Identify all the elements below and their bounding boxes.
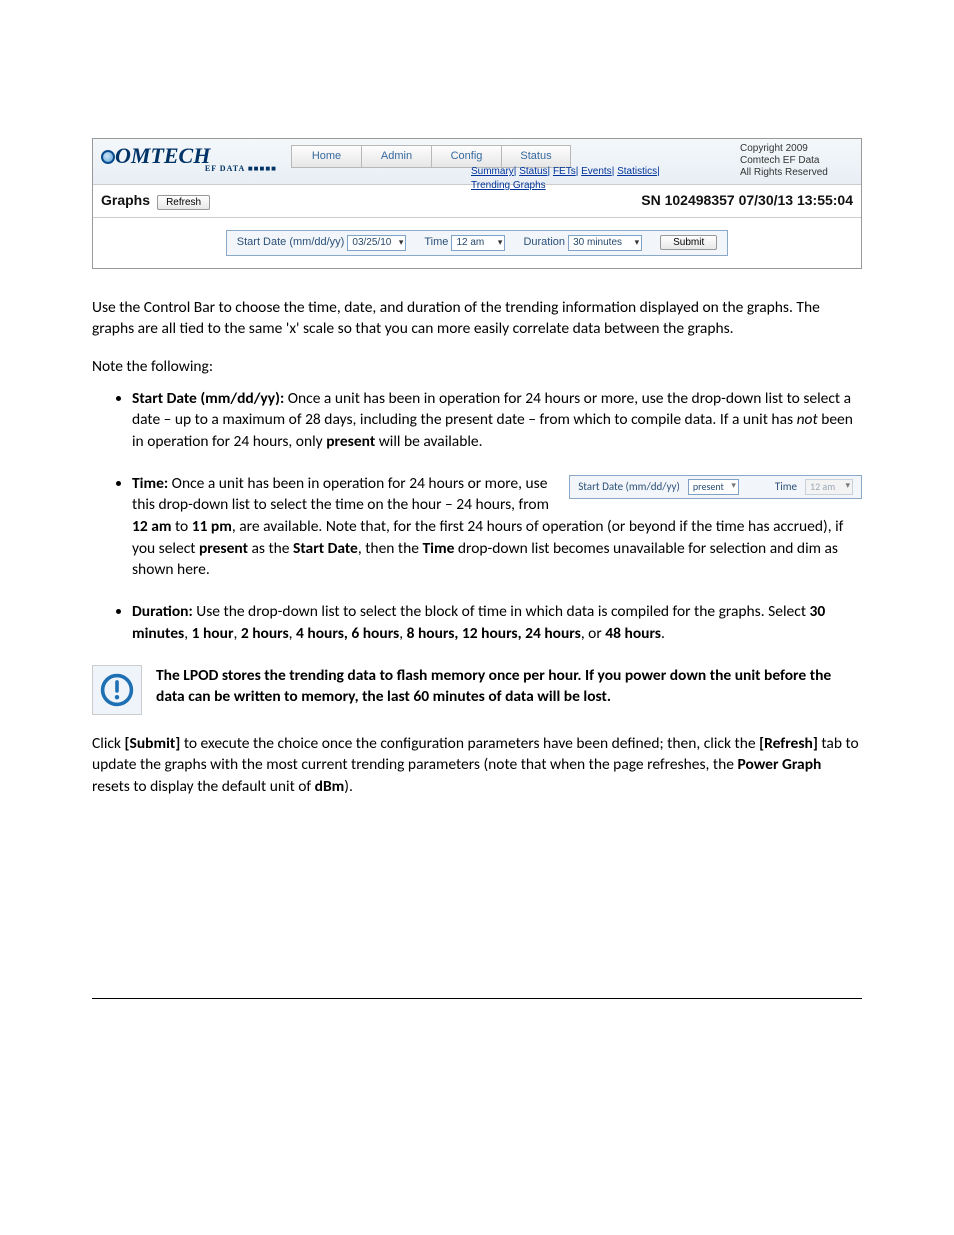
closing-paragraph: Click [Submit] to execute the choice onc…: [92, 733, 862, 798]
submit-button[interactable]: Submit: [660, 235, 717, 250]
subnav-summary[interactable]: Summary: [471, 166, 514, 177]
time-label: Time: [424, 236, 448, 248]
bullet-list: Start Date (mm/dd/yy): Once a unit has b…: [132, 388, 862, 645]
alert-icon: [92, 665, 142, 715]
list-item: Start Date (mm/dd/yy) present Time 12 am…: [132, 473, 862, 581]
copyright: Copyright 2009 Comtech EF Data All Right…: [740, 143, 855, 179]
start-date-select[interactable]: 03/25/10: [347, 235, 406, 251]
start-date-label: Start Date (mm/dd/yy): [237, 236, 345, 248]
inset-controlbar: Start Date (mm/dd/yy) present Time 12 am: [569, 475, 862, 499]
li-label: Duration:: [132, 602, 193, 621]
app-screenshot: OMTECH EF DATA ■■■■■ Home Admin Config S…: [92, 138, 862, 269]
inset-time-select: 12 am: [805, 479, 853, 495]
subnav-events[interactable]: Events: [581, 166, 612, 177]
subnav-statistics[interactable]: Statistics: [617, 166, 657, 177]
li-label: Time:: [132, 474, 168, 493]
notice-block: The LPOD stores the trending data to fla…: [92, 665, 862, 715]
copyright-line: All Rights Reserved: [740, 167, 855, 179]
note-heading: Note the following:: [92, 356, 862, 378]
logo: OMTECH EF DATA ■■■■■: [99, 143, 279, 173]
duration-label: Duration: [523, 236, 565, 248]
intro-paragraph: Use the Control Bar to choose the time, …: [92, 297, 862, 340]
subnav-trending[interactable]: Trending Graphs: [471, 180, 546, 191]
notice-text: The LPOD stores the trending data to fla…: [156, 665, 862, 708]
nav-admin[interactable]: Admin: [361, 145, 431, 168]
subnav-status[interactable]: Status: [519, 166, 547, 177]
subnav-fets[interactable]: FETs: [553, 166, 576, 177]
serial-datetime: SN 102498357 07/30/13 13:55:04: [641, 191, 853, 211]
nav-home[interactable]: Home: [291, 145, 361, 168]
refresh-button[interactable]: Refresh: [157, 195, 210, 210]
duration-select[interactable]: 30 minutes: [568, 235, 642, 251]
time-select[interactable]: 12 am: [451, 235, 505, 251]
inset-start-select[interactable]: present: [688, 479, 739, 495]
top-bar: OMTECH EF DATA ■■■■■ Home Admin Config S…: [93, 139, 861, 185]
list-item: Start Date (mm/dd/yy): Once a unit has b…: [132, 388, 862, 453]
sub-nav: Summary| Status| FETs| Events| Statistic…: [471, 165, 660, 193]
copyright-line: Comtech EF Data: [740, 155, 855, 167]
footer-rule: [92, 998, 862, 999]
logo-text: OMTECH: [115, 143, 210, 168]
inset-time-label: Time: [775, 479, 797, 494]
copyright-line: Copyright 2009: [740, 143, 855, 155]
document-body: Use the Control Bar to choose the time, …: [92, 297, 862, 798]
li-label: Start Date (mm/dd/yy):: [132, 389, 284, 408]
control-bar: Start Date (mm/dd/yy) 03/25/10 Time 12 a…: [226, 230, 728, 256]
list-item: Duration: Use the drop-down list to sele…: [132, 601, 862, 644]
globe-icon: [101, 150, 115, 164]
inset-start-label: Start Date (mm/dd/yy): [578, 479, 680, 494]
graphs-label: Graphs: [101, 192, 150, 208]
control-row: Start Date (mm/dd/yy) 03/25/10 Time 12 a…: [93, 218, 861, 268]
